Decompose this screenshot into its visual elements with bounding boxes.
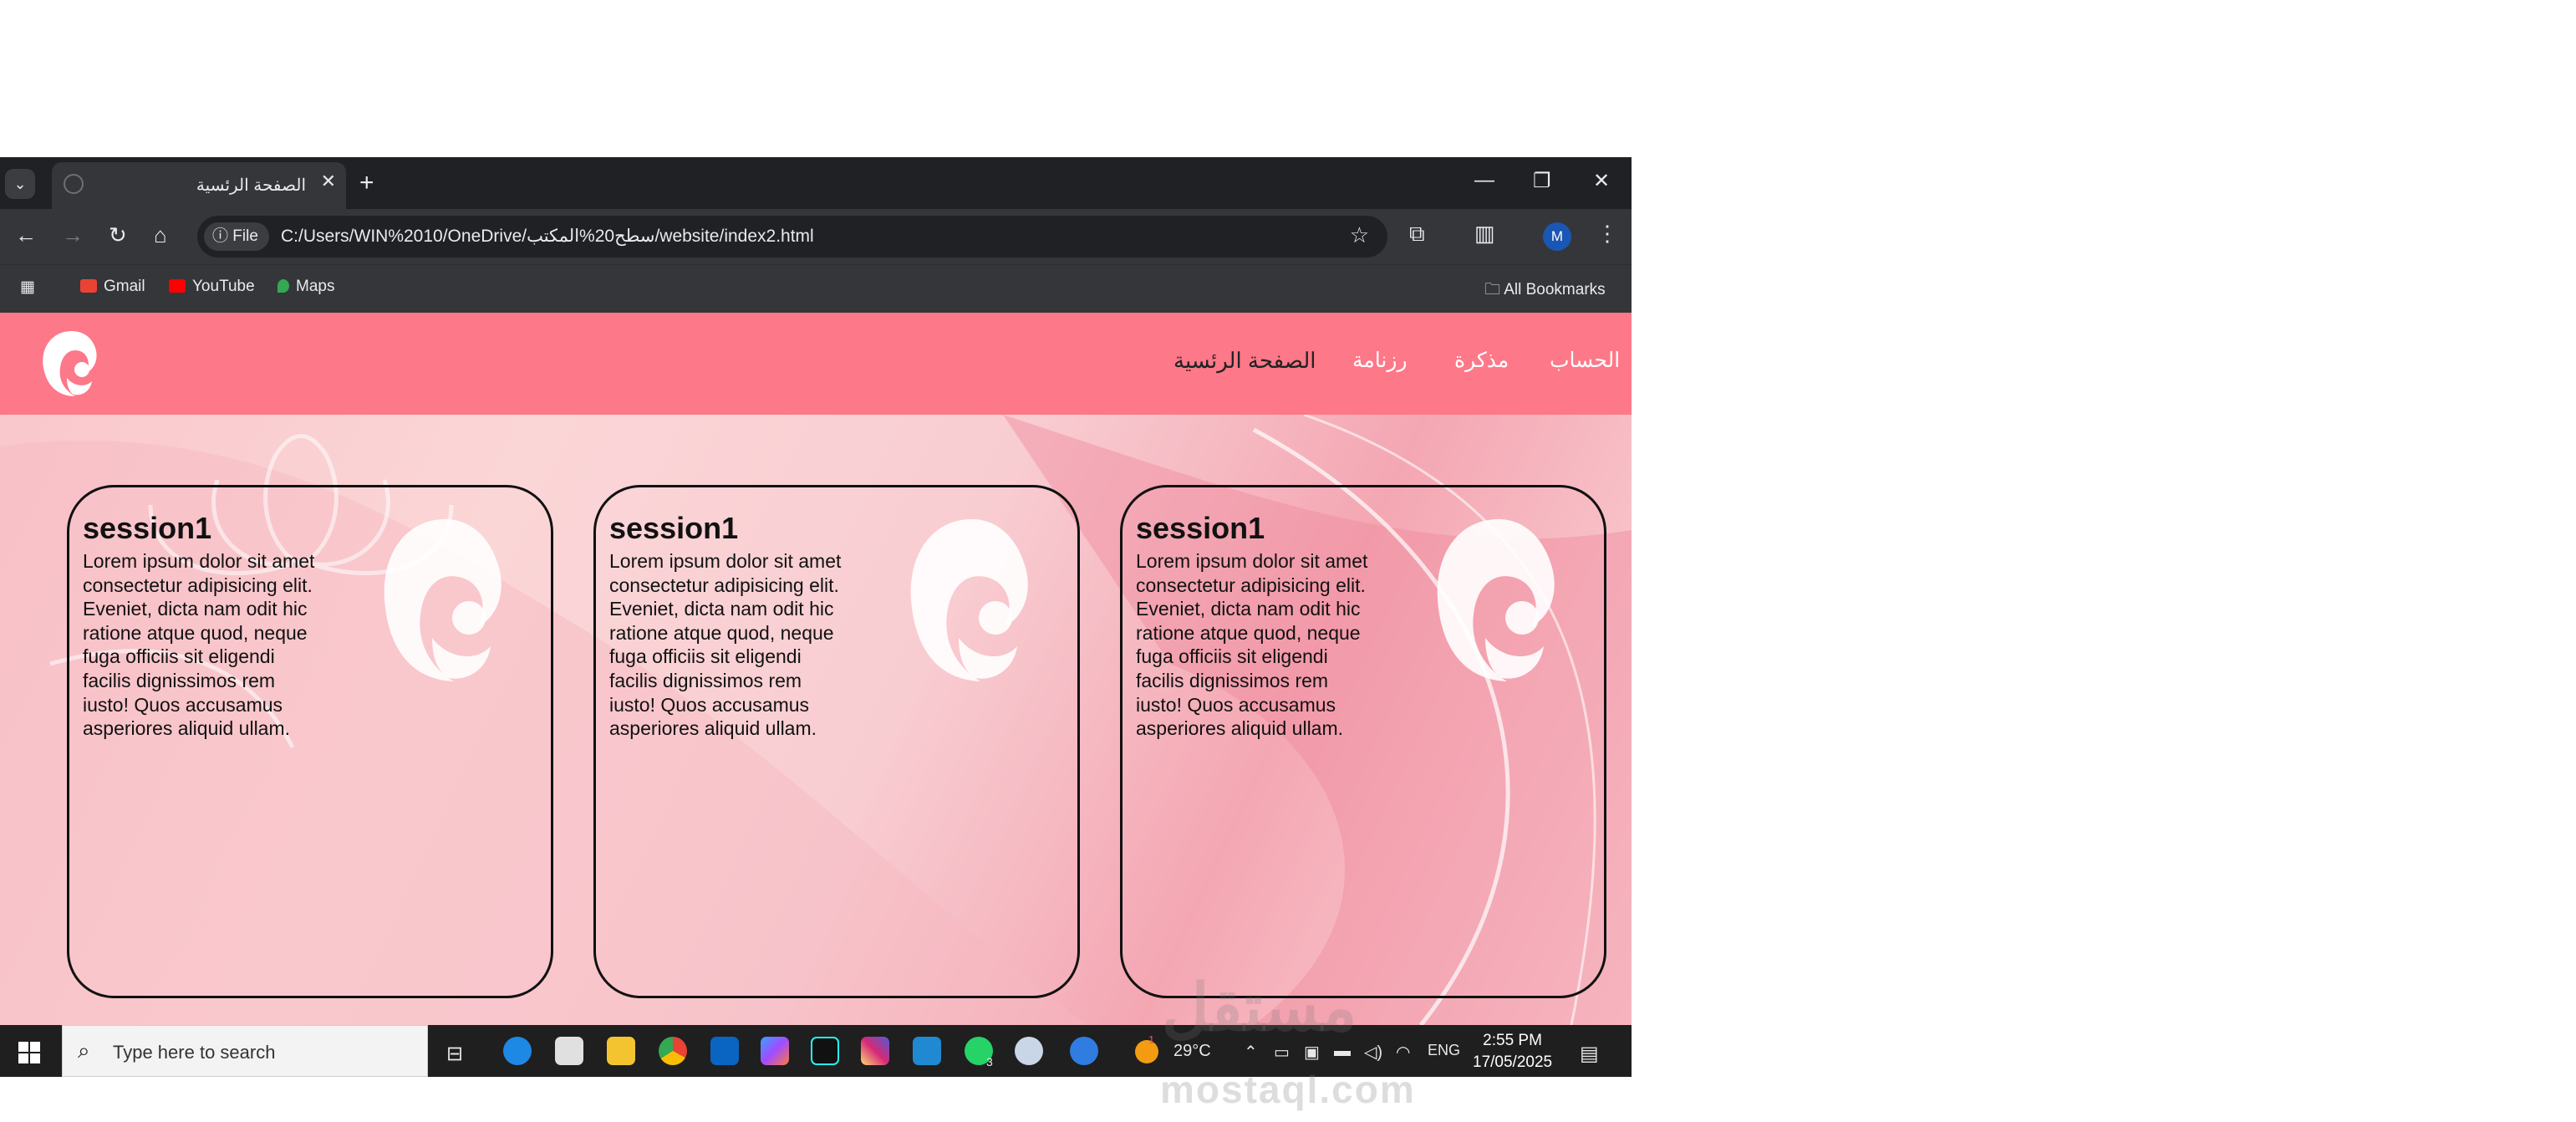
youtube-icon (169, 279, 186, 293)
weather-icon[interactable] (1135, 1040, 1158, 1063)
instagram-icon[interactable] (861, 1037, 889, 1065)
mother-child-illustration-icon (384, 519, 501, 681)
taskbar-search-box[interactable]: ⌕ Type here to search (62, 1025, 428, 1077)
wifi-icon[interactable]: ◠ (1396, 1042, 1410, 1063)
file-explorer-icon[interactable] (607, 1037, 635, 1065)
notification-icon[interactable]: ▤ (1580, 1042, 1599, 1066)
edge-icon[interactable] (503, 1037, 532, 1065)
restore-button[interactable]: ❐ (1533, 169, 1551, 193)
bookmark-gmail[interactable]: Gmail (80, 278, 145, 296)
bookmark-youtube[interactable]: YouTube (169, 278, 255, 296)
apps-grid-icon[interactable]: ▦ (20, 278, 35, 297)
card-title: session1 (609, 511, 739, 545)
folder-icon: 🗀 (1484, 281, 1504, 298)
clock-time: 2:55 PM (1483, 1032, 1542, 1049)
outlook-icon[interactable] (710, 1037, 739, 1065)
site-info-label: File (232, 227, 258, 245)
site-info-chip[interactable]: ⓘ File (204, 222, 269, 251)
bookmark-label: Gmail (104, 278, 145, 295)
help-icon[interactable] (1070, 1037, 1098, 1065)
mother-child-logo-icon[interactable] (33, 326, 109, 401)
mother-child-illustration-icon (910, 519, 1028, 681)
store-icon[interactable] (555, 1037, 583, 1065)
card-title: session1 (1136, 511, 1265, 545)
volume-icon[interactable]: ◁) (1364, 1042, 1382, 1063)
windows-start-icon[interactable] (18, 1042, 40, 1063)
tiktok-icon[interactable] (811, 1037, 839, 1065)
globe-icon (64, 174, 84, 194)
microsoft365-icon[interactable] (761, 1037, 789, 1065)
address-bar[interactable]: ⓘ File C:/Users/WIN%2010/OneDrive/سطح20%… (197, 216, 1387, 258)
browser-tab[interactable]: الصفحة الرئسية ✕ (52, 162, 346, 209)
card-text: Lorem ipsum dolor sit amet consectetur a… (609, 550, 842, 740)
home-button[interactable]: ⌂ (154, 222, 167, 248)
url-text[interactable]: C:/Users/WIN%2010/OneDrive/سطح20%المكتب/… (281, 226, 814, 247)
gmail-icon (80, 279, 97, 293)
clock-date: 17/05/2025 (1473, 1053, 1553, 1071)
language-indicator[interactable]: ENG (1428, 1042, 1460, 1059)
all-bookmarks-button[interactable]: 🗀 All Bookmarks (1484, 278, 1606, 304)
info-icon: ⓘ (212, 227, 229, 245)
mother-child-illustration-icon (1437, 519, 1555, 681)
search-placeholder: Type here to search (113, 1042, 276, 1063)
reload-button[interactable]: ↻ (109, 222, 127, 248)
profile-avatar[interactable]: M (1543, 222, 1571, 251)
close-window-button[interactable]: ✕ (1593, 169, 1610, 193)
chrome-icon[interactable] (659, 1037, 687, 1065)
tab-search-button[interactable]: ⌄ (5, 169, 35, 199)
vscode-icon[interactable] (913, 1037, 941, 1065)
maps-pin-icon (277, 279, 289, 293)
site-navbar: الحساب مذكرة رزنامة الصفحة الرئسية (0, 313, 1632, 415)
weather-badge: 1 (1148, 1033, 1155, 1046)
menu-kebab-icon[interactable]: ⋮ (1596, 221, 1618, 247)
bookmark-star-icon[interactable]: ☆ (1350, 222, 1369, 248)
nav-link-calendar[interactable]: رزنامة (1352, 348, 1408, 373)
whatsapp-badge: 3 (986, 1055, 993, 1068)
forward-button[interactable]: → (62, 222, 84, 248)
tab-title: الصفحة الرئسية (196, 176, 306, 195)
minimize-button[interactable]: — (1474, 169, 1494, 192)
search-icon: ⌕ (78, 1038, 90, 1063)
card-text: Lorem ipsum dolor sit amet consectetur a… (1136, 550, 1368, 740)
all-bookmarks-label: All Bookmarks (1504, 281, 1606, 298)
clock[interactable]: 2:55 PM 17/05/2025 (1473, 1030, 1552, 1074)
session-card[interactable]: session1 Lorem ipsum dolor sit amet cons… (1120, 485, 1606, 998)
nav-link-notes[interactable]: مذكرة (1454, 348, 1509, 373)
browser-tab-bar: ⌄ الصفحة الرئسية ✕ + — ❐ ✕ (0, 157, 1632, 209)
paint-icon[interactable] (1015, 1037, 1043, 1065)
watermark-arabic: مستقل (1162, 971, 1357, 1044)
nav-link-home[interactable]: الصفحة الرئسية (1173, 348, 1316, 374)
bookmark-label: YouTube (192, 278, 255, 295)
reading-mode-icon[interactable]: ▥ (1474, 221, 1495, 247)
task-view-icon[interactable]: ⊟ (446, 1042, 463, 1066)
watermark-latin: mostaql.com (1160, 1068, 1416, 1111)
screenshot-window: ⌄ الصفحة الرئسية ✕ + — ❐ ✕ ← → ↻ ⌂ ⓘ Fil… (0, 157, 1632, 1077)
card-text: Lorem ipsum dolor sit amet consectetur a… (83, 550, 315, 740)
new-tab-button[interactable]: + (359, 169, 374, 197)
bookmark-label: Maps (296, 278, 335, 295)
nav-link-account[interactable]: الحساب (1550, 348, 1620, 373)
extensions-icon[interactable]: ⧉ (1409, 221, 1425, 247)
page-viewport: الحساب مذكرة رزنامة الصفحة الرئسية sessi… (0, 313, 1632, 1025)
session-card[interactable]: session1 Lorem ipsum dolor sit amet cons… (593, 485, 1080, 998)
bookmark-maps[interactable]: Maps (277, 278, 334, 296)
session-card[interactable]: session1 Lorem ipsum dolor sit amet cons… (67, 485, 553, 998)
back-button[interactable]: ← (15, 222, 37, 248)
tab-close-icon[interactable]: ✕ (321, 171, 336, 192)
browser-toolbar: ← → ↻ ⌂ ⓘ File C:/Users/WIN%2010/OneDriv… (0, 209, 1632, 264)
bookmarks-bar: ▦ Gmail YouTube Maps 🗀 All Bookmarks (0, 264, 1632, 313)
card-title: session1 (83, 511, 212, 545)
